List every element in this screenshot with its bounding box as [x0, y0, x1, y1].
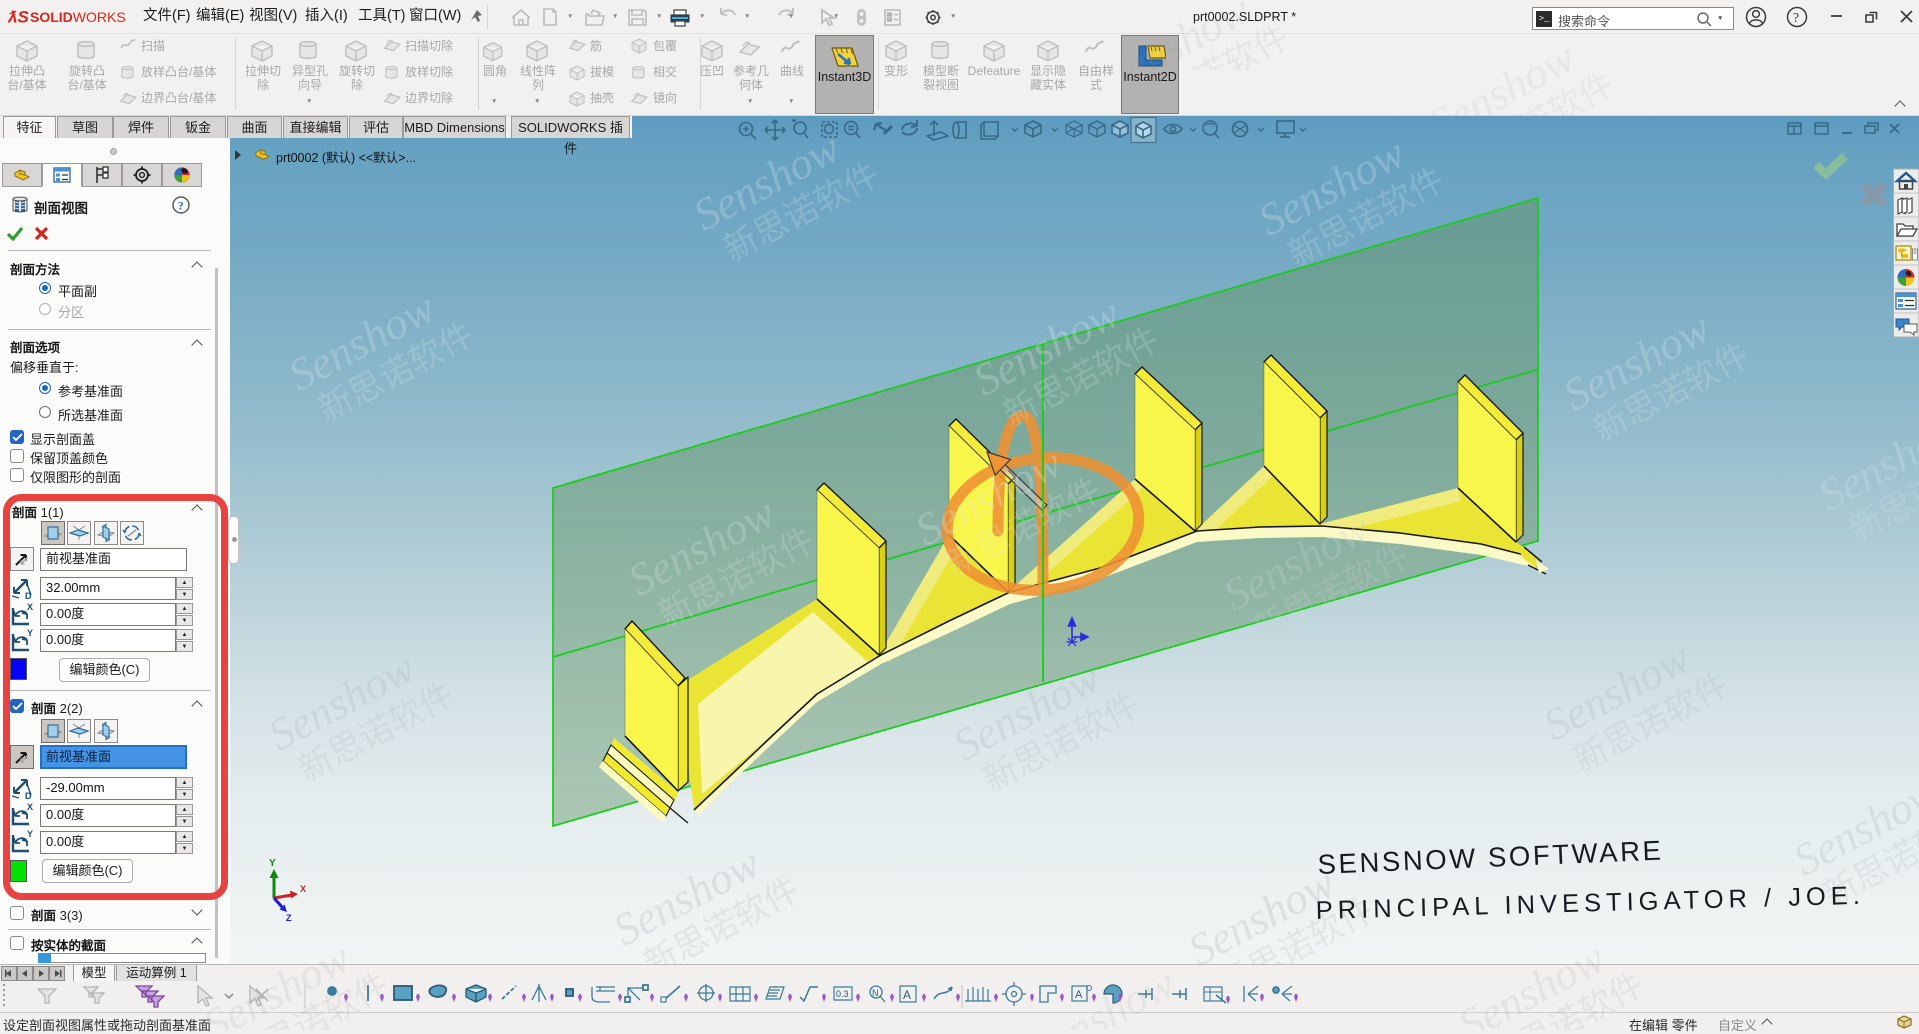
svg-text:?: ? — [1793, 10, 1799, 25]
svg-text:ƛS: ƛS — [8, 8, 29, 27]
svg-text:Senshow: Senshow — [1020, 975, 1183, 1030]
svg-text:SOLIDWORKS: SOLIDWORKS — [30, 9, 126, 25]
svg-text:?: ? — [178, 199, 184, 213]
svg-text:Y: Y — [269, 858, 276, 869]
svg-text:N: N — [872, 988, 879, 998]
svg-text:Z: Z — [286, 913, 292, 923]
svg-text:0.3: 0.3 — [836, 989, 849, 999]
svg-text:X: X — [300, 884, 306, 894]
svg-text:A: A — [903, 988, 911, 1002]
